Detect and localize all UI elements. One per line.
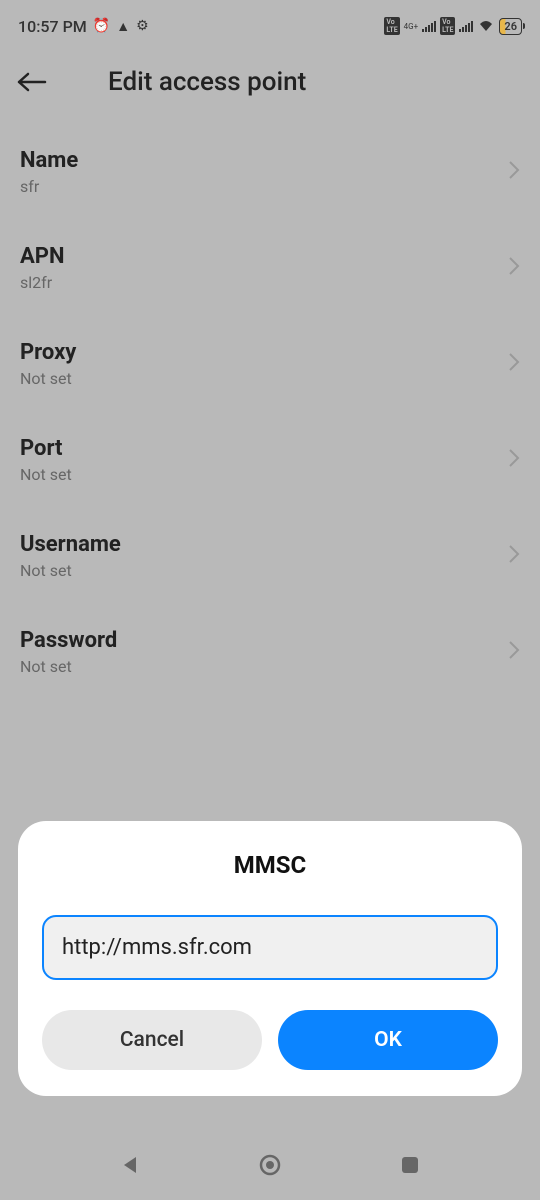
nav-home-button[interactable]: [256, 1151, 284, 1179]
mmsc-dialog: MMSC Cancel OK: [18, 821, 522, 1096]
ok-button[interactable]: OK: [278, 1010, 498, 1070]
mmsc-input[interactable]: [42, 915, 498, 980]
dialog-buttons: Cancel OK: [42, 1010, 498, 1070]
nav-recents-button[interactable]: [396, 1151, 424, 1179]
square-icon: [401, 1156, 419, 1174]
triangle-left-icon: [120, 1155, 140, 1175]
nav-back-button[interactable]: [116, 1151, 144, 1179]
dialog-title: MMSC: [42, 851, 498, 879]
navigation-bar: [0, 1130, 540, 1200]
cancel-button[interactable]: Cancel: [42, 1010, 262, 1070]
circle-icon: [258, 1153, 282, 1177]
